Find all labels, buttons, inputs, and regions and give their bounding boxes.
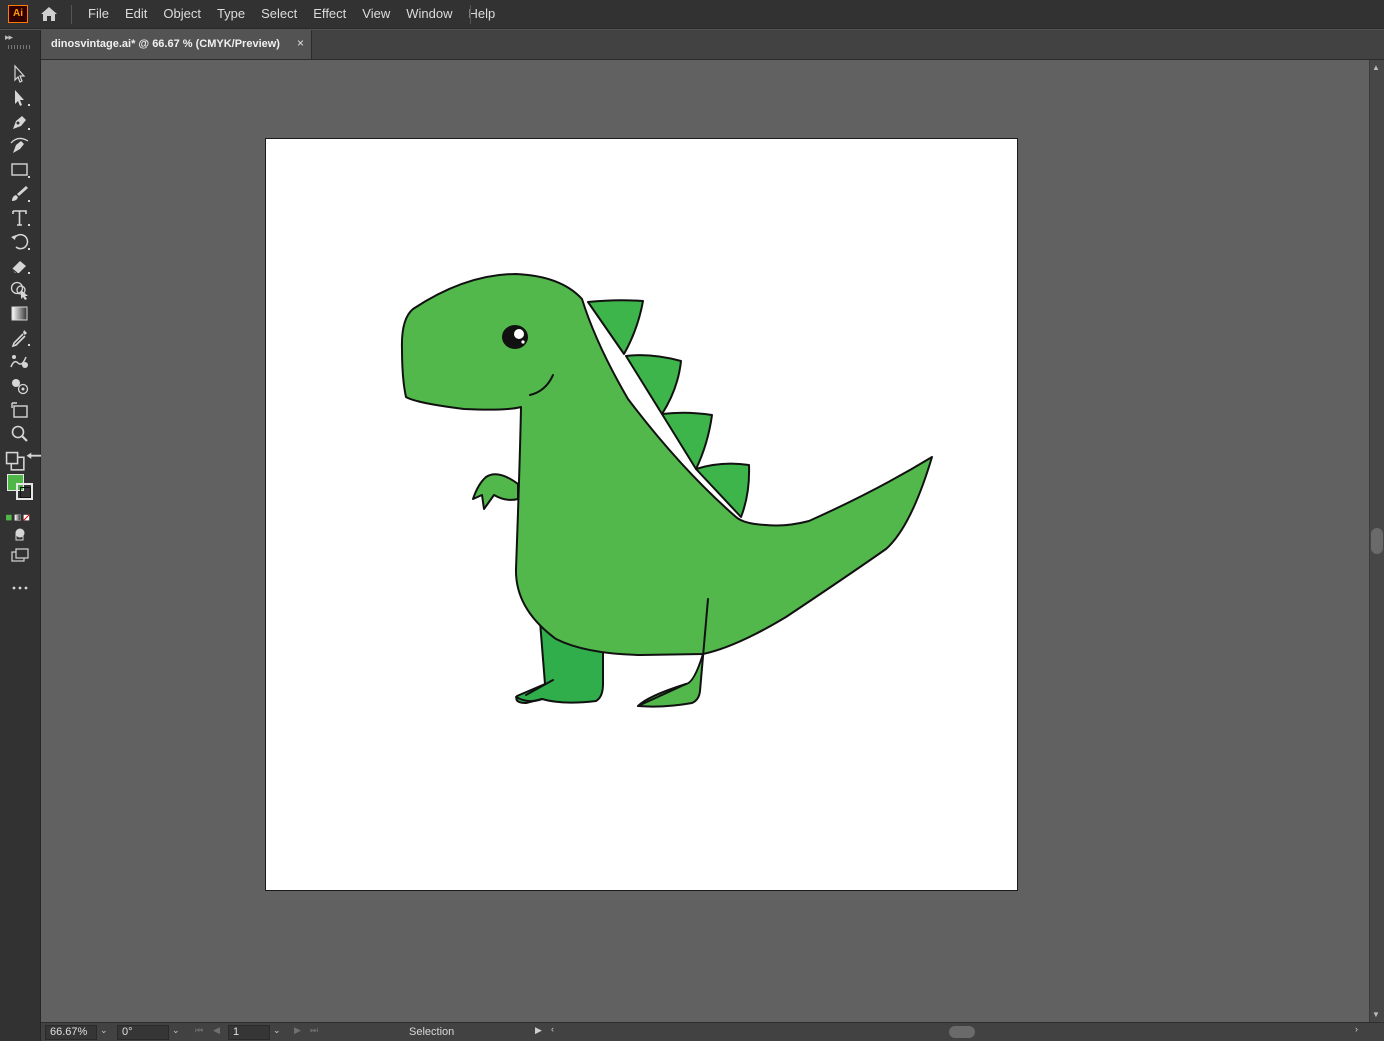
next-artboard-icon[interactable]: ▶	[294, 1025, 301, 1036]
rotate-tool-icon[interactable]	[8, 231, 32, 253]
swap-colors-icon[interactable]	[24, 451, 47, 470]
artboard[interactable]	[265, 138, 1018, 891]
app-logo: Ai	[8, 5, 28, 23]
menu-object[interactable]: Object	[155, 0, 209, 29]
status-bar: 66.67% ⌄ 0° ⌄ ⏮ ◀ 1 ⌄ ▶ ⏭ Selection ▶ ‹ …	[41, 1022, 1384, 1041]
tools-panel: ▸▸	[0, 30, 47, 1041]
edit-toolbar-icon[interactable]	[8, 577, 32, 599]
puppet-warp-tool-icon[interactable]	[8, 351, 32, 373]
menu-window[interactable]: Window	[398, 0, 460, 29]
chevron-down-icon[interactable]: ⌄	[172, 1025, 180, 1036]
horizontal-scroll-thumb[interactable]	[949, 1026, 975, 1038]
menu-effect[interactable]: Effect	[305, 0, 354, 29]
menu-edit[interactable]: Edit	[117, 0, 155, 29]
menu-separator	[470, 5, 471, 24]
document-tab-bar: dinosvintage.ai* @ 66.67 % (CMYK/Preview…	[41, 30, 1384, 60]
menu-view[interactable]: View	[354, 0, 398, 29]
dino-spike	[625, 354, 682, 415]
document-tab-title: dinosvintage.ai* @ 66.67 % (CMYK/Preview…	[51, 38, 280, 50]
home-icon[interactable]	[38, 4, 60, 24]
color-mode-icons[interactable]	[6, 507, 36, 521]
drawing-modes-icon[interactable]	[8, 523, 32, 545]
menu-separator	[71, 5, 72, 24]
dino-body	[400, 273, 933, 656]
eraser-tool-icon[interactable]	[8, 255, 32, 277]
scroll-up-icon[interactable]: ▲	[1372, 63, 1380, 72]
collapse-panel-icon[interactable]: ▸▸	[5, 32, 13, 43]
chevron-down-icon[interactable]: ⌄	[100, 1025, 108, 1036]
menu-bar: Ai File Edit Object Type Select Effect V…	[0, 0, 1384, 29]
zoom-tool-icon[interactable]	[8, 423, 32, 445]
rotation-field[interactable]: 0°	[117, 1025, 169, 1040]
menu-type[interactable]: Type	[209, 0, 253, 29]
type-tool-icon[interactable]	[8, 207, 32, 229]
scroll-right-icon[interactable]: ›	[1355, 1024, 1358, 1034]
previous-artboard-icon[interactable]: ◀	[213, 1025, 220, 1036]
horizontal-scrollbar[interactable]: ‹ ›	[531, 1024, 1369, 1040]
eyedropper-tool-icon[interactable]	[8, 327, 32, 349]
shape-builder-tool-icon[interactable]	[8, 279, 32, 301]
document-tab[interactable]: dinosvintage.ai* @ 66.67 % (CMYK/Preview…	[41, 30, 312, 59]
screen-mode-icon[interactable]	[8, 545, 32, 567]
chevron-down-icon[interactable]: ⌄	[273, 1025, 281, 1036]
symbol-sprayer-tool-icon[interactable]	[8, 375, 32, 397]
scroll-down-icon[interactable]: ▼	[1372, 1010, 1380, 1019]
vertical-scrollbar[interactable]: ▲ ▼	[1369, 60, 1384, 1022]
rectangle-tool-icon[interactable]	[8, 159, 32, 181]
close-icon[interactable]: ×	[297, 36, 304, 50]
last-artboard-icon[interactable]: ⏭	[310, 1025, 318, 1036]
menu-file[interactable]: File	[80, 0, 117, 29]
artboard-number-field[interactable]: 1	[228, 1025, 270, 1040]
menu-items: File Edit Object Type Select Effect View…	[80, 0, 503, 29]
current-tool-status: Selection	[409, 1026, 455, 1038]
paintbrush-tool-icon[interactable]	[8, 183, 32, 205]
default-colors-icon[interactable]	[4, 451, 25, 471]
dino-arm	[472, 473, 519, 510]
stroke-color-swatch[interactable]	[16, 483, 33, 500]
pen-tool-icon[interactable]	[8, 111, 32, 133]
first-artboard-icon[interactable]: ⏮	[195, 1025, 203, 1036]
selection-tool-icon[interactable]	[8, 63, 32, 85]
direct-selection-tool-icon[interactable]	[8, 87, 32, 109]
artboard-tool-icon[interactable]	[8, 399, 32, 421]
dinosaur-illustration[interactable]	[266, 139, 1017, 890]
curvature-tool-icon[interactable]	[8, 135, 32, 157]
vertical-scroll-thumb[interactable]	[1371, 528, 1383, 554]
scroll-left-icon[interactable]: ‹	[551, 1024, 554, 1034]
menu-select[interactable]: Select	[253, 0, 305, 29]
menu-help[interactable]: Help	[460, 0, 503, 29]
zoom-level-field[interactable]: 66.67%	[45, 1025, 97, 1040]
panel-grip[interactable]	[8, 45, 30, 49]
gradient-tool-icon[interactable]	[8, 303, 32, 325]
canvas[interactable]	[41, 60, 1369, 1022]
